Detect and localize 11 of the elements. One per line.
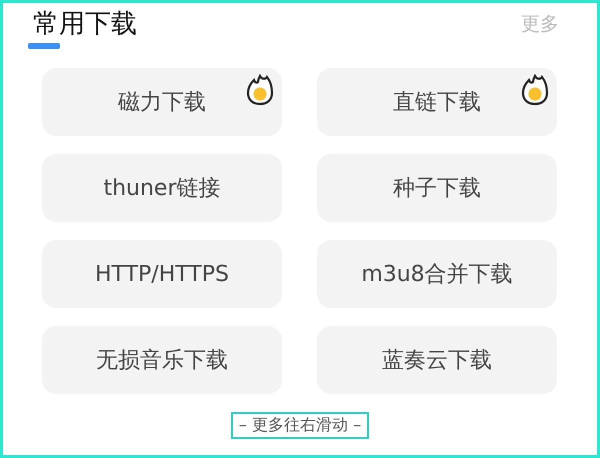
download-option-button[interactable]: 种子下载 (317, 154, 557, 222)
download-option-button[interactable]: 直链下载 (317, 68, 557, 136)
download-option-button[interactable]: 磁力下载 (42, 68, 282, 136)
download-option-button[interactable]: m3u8合并下载 (317, 240, 557, 308)
download-option-button[interactable]: thuner链接 (42, 154, 282, 222)
download-option-button[interactable]: HTTP/HTTPS (42, 240, 282, 308)
section-title: 常用下载 (33, 9, 137, 39)
download-option-button[interactable]: 蓝奏云下载 (317, 326, 557, 394)
download-option-button[interactable]: 无损音乐下载 (42, 326, 282, 394)
scroll-hint: – 更多往右滑动 – (230, 412, 370, 439)
title-underline (28, 43, 60, 49)
